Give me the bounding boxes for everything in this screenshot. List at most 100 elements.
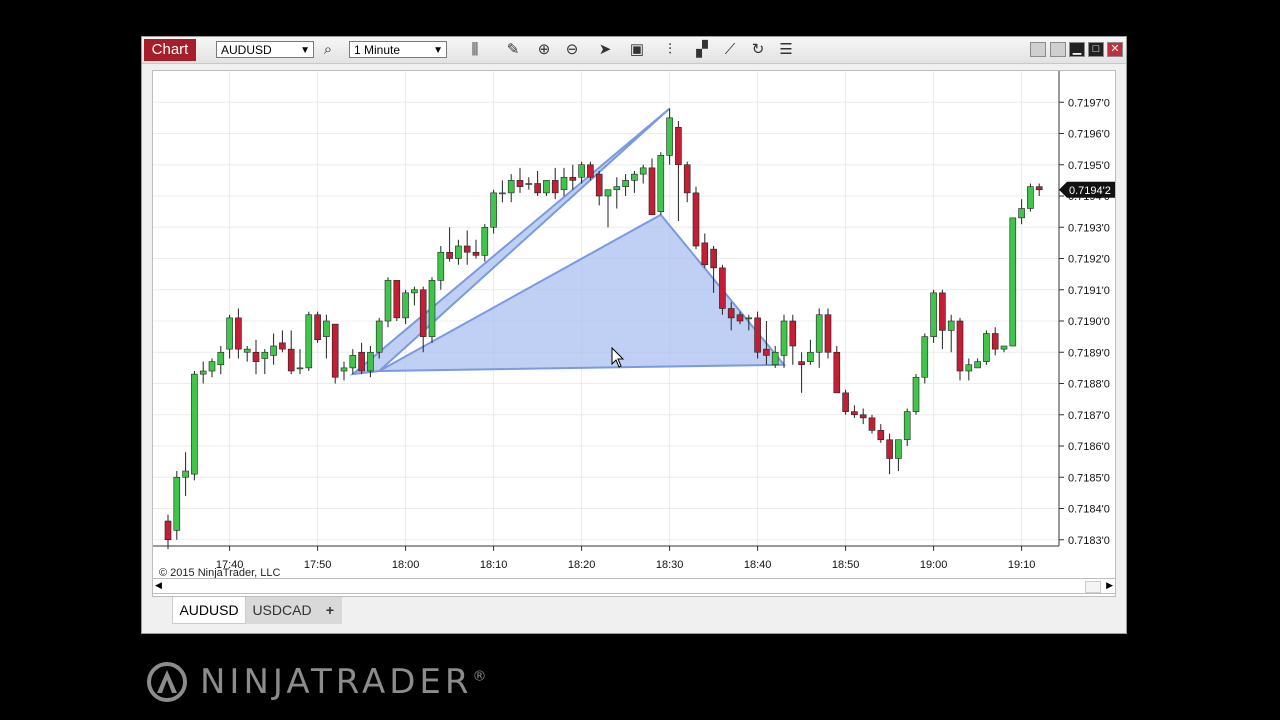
y-tick-label: 0.7184'0 xyxy=(1068,504,1110,516)
x-tick-label: 19:10 xyxy=(1008,559,1036,571)
maximize-icon[interactable]: □ xyxy=(1088,42,1104,57)
candle-up xyxy=(912,376,920,412)
minimize-icon[interactable]: ▁ xyxy=(1069,42,1085,57)
y-tick-label: 0.7195'0 xyxy=(1068,160,1110,172)
chevron-down-icon: ▼ xyxy=(433,45,443,56)
scroll-left-icon[interactable]: ◀ xyxy=(155,580,162,591)
candle-down xyxy=(1035,186,1043,191)
candle-up xyxy=(428,280,436,337)
scroll-right-icon[interactable]: ▶ xyxy=(1106,580,1113,591)
tab-usdcad[interactable]: USDCAD xyxy=(246,597,318,624)
chart-title-tab[interactable]: Chart xyxy=(144,39,196,61)
grid2-icon[interactable] xyxy=(1050,42,1066,57)
y-tick-label: 0.7189'0 xyxy=(1068,347,1110,359)
x-tick-label: 18:40 xyxy=(744,559,772,571)
candle-up xyxy=(367,351,374,372)
y-tick-label: 0.7185'0 xyxy=(1068,472,1110,484)
scroll-thumb[interactable] xyxy=(1085,581,1101,593)
candle-down xyxy=(727,308,735,319)
candle-down xyxy=(446,251,453,259)
candle-up xyxy=(226,317,233,350)
candle-down xyxy=(164,520,172,541)
candle-up xyxy=(1009,217,1017,347)
candle-down xyxy=(719,267,726,309)
candle-up xyxy=(173,476,181,531)
candle-up xyxy=(807,351,814,362)
candle-up xyxy=(490,192,497,228)
pencil-icon[interactable]: ✎ xyxy=(503,40,523,60)
y-tick-label: 0.7191'0 xyxy=(1068,285,1110,297)
candle-up xyxy=(270,345,277,356)
add-tab-button[interactable]: + xyxy=(318,597,342,624)
candle-up xyxy=(191,373,198,475)
candle-down xyxy=(824,314,832,353)
candle-down xyxy=(886,439,893,459)
x-tick-label: 18:50 xyxy=(832,559,860,571)
candle-up xyxy=(930,292,937,337)
candle-down xyxy=(859,414,867,419)
reload-icon[interactable]: ↻ xyxy=(748,40,768,60)
candle-up xyxy=(1027,186,1034,209)
candle-down xyxy=(798,361,805,366)
harmonic-pattern-drawing xyxy=(349,107,787,376)
candle-down xyxy=(516,180,524,187)
y-tick-label: 0.7190'0 xyxy=(1068,316,1110,328)
candle-down xyxy=(991,333,999,350)
x-tick-label: 18:30 xyxy=(656,559,684,571)
candle-down xyxy=(710,248,717,269)
zoom-in-icon[interactable]: ⊕ xyxy=(534,40,554,60)
candle-up xyxy=(455,245,462,259)
pointer-icon[interactable]: ➤ xyxy=(595,40,615,60)
candle-down xyxy=(331,323,339,378)
properties-icon[interactable]: ☰ xyxy=(776,40,796,60)
candle-up xyxy=(604,189,612,197)
chart-window: Chart AUDUSD ▼ ⌕ 1 Minute ▼ ⫼ ✎ ⊕ ⊖ ➤ ▣ … xyxy=(141,36,1127,634)
candle-up xyxy=(815,314,823,353)
close-icon[interactable]: ✕ xyxy=(1107,42,1123,57)
indicators-icon[interactable]: ⫶ xyxy=(660,40,680,60)
chart-canvas[interactable]: 0.7197'00.7196'00.7195'00.7194'00.7193'0… xyxy=(153,71,1115,596)
tab-audusd[interactable]: AUDUSD xyxy=(172,597,246,624)
candle-up xyxy=(481,226,489,256)
candle-down xyxy=(789,320,797,347)
zoom-out-icon[interactable]: ⊖ xyxy=(562,40,582,60)
candle-up xyxy=(745,317,753,320)
y-tick-label: 0.7183'0 xyxy=(1068,535,1110,547)
candle-up xyxy=(965,364,973,372)
strategies-icon[interactable]: ▞ xyxy=(692,40,712,60)
grid-icon[interactable] xyxy=(1030,42,1046,57)
time-axis: 17:40 17:50 18:00 18:10 18:20 18:30 18:40 18:50… xyxy=(153,545,1059,571)
candle-down xyxy=(463,245,471,253)
bar-type-icon[interactable]: ⫼ xyxy=(465,40,485,60)
candle-up xyxy=(657,155,665,212)
drawing-tools-icon[interactable]: ⟋ xyxy=(720,40,740,60)
candle-down xyxy=(472,251,480,256)
interval-select[interactable]: 1 Minute ▼ xyxy=(349,41,447,58)
candle-down xyxy=(868,417,876,431)
candle-up xyxy=(631,173,638,181)
search-icon[interactable]: ⌕ xyxy=(318,40,338,60)
candle-up xyxy=(1018,208,1025,219)
data-box-icon[interactable]: ▣ xyxy=(627,40,647,60)
chevron-down-icon: ▼ xyxy=(300,45,310,56)
candle-down xyxy=(736,314,744,322)
candle-down xyxy=(534,183,541,194)
candle-up xyxy=(182,470,189,478)
instrument-select[interactable]: AUDUSD ▼ xyxy=(216,41,314,58)
candle-up xyxy=(1000,345,1008,350)
x-tick-label: 18:00 xyxy=(392,559,420,571)
candle-up xyxy=(305,314,313,369)
chart-scrollbar[interactable]: ◀ ▶ xyxy=(152,578,1116,594)
candle-down xyxy=(287,348,295,372)
y-tick-label: 0.7188'0 xyxy=(1068,379,1110,391)
candle-down xyxy=(235,317,242,350)
candle-down xyxy=(701,242,709,266)
candle-down xyxy=(754,317,761,353)
candle-down xyxy=(314,314,321,341)
candle-up xyxy=(375,320,383,353)
candle-down xyxy=(692,192,700,247)
candle-down xyxy=(763,348,770,356)
candle-down xyxy=(939,292,946,331)
chart-plot-area[interactable]: 0.7197'00.7196'00.7195'00.7194'00.7193'0… xyxy=(152,70,1116,597)
candle-up xyxy=(217,351,225,366)
